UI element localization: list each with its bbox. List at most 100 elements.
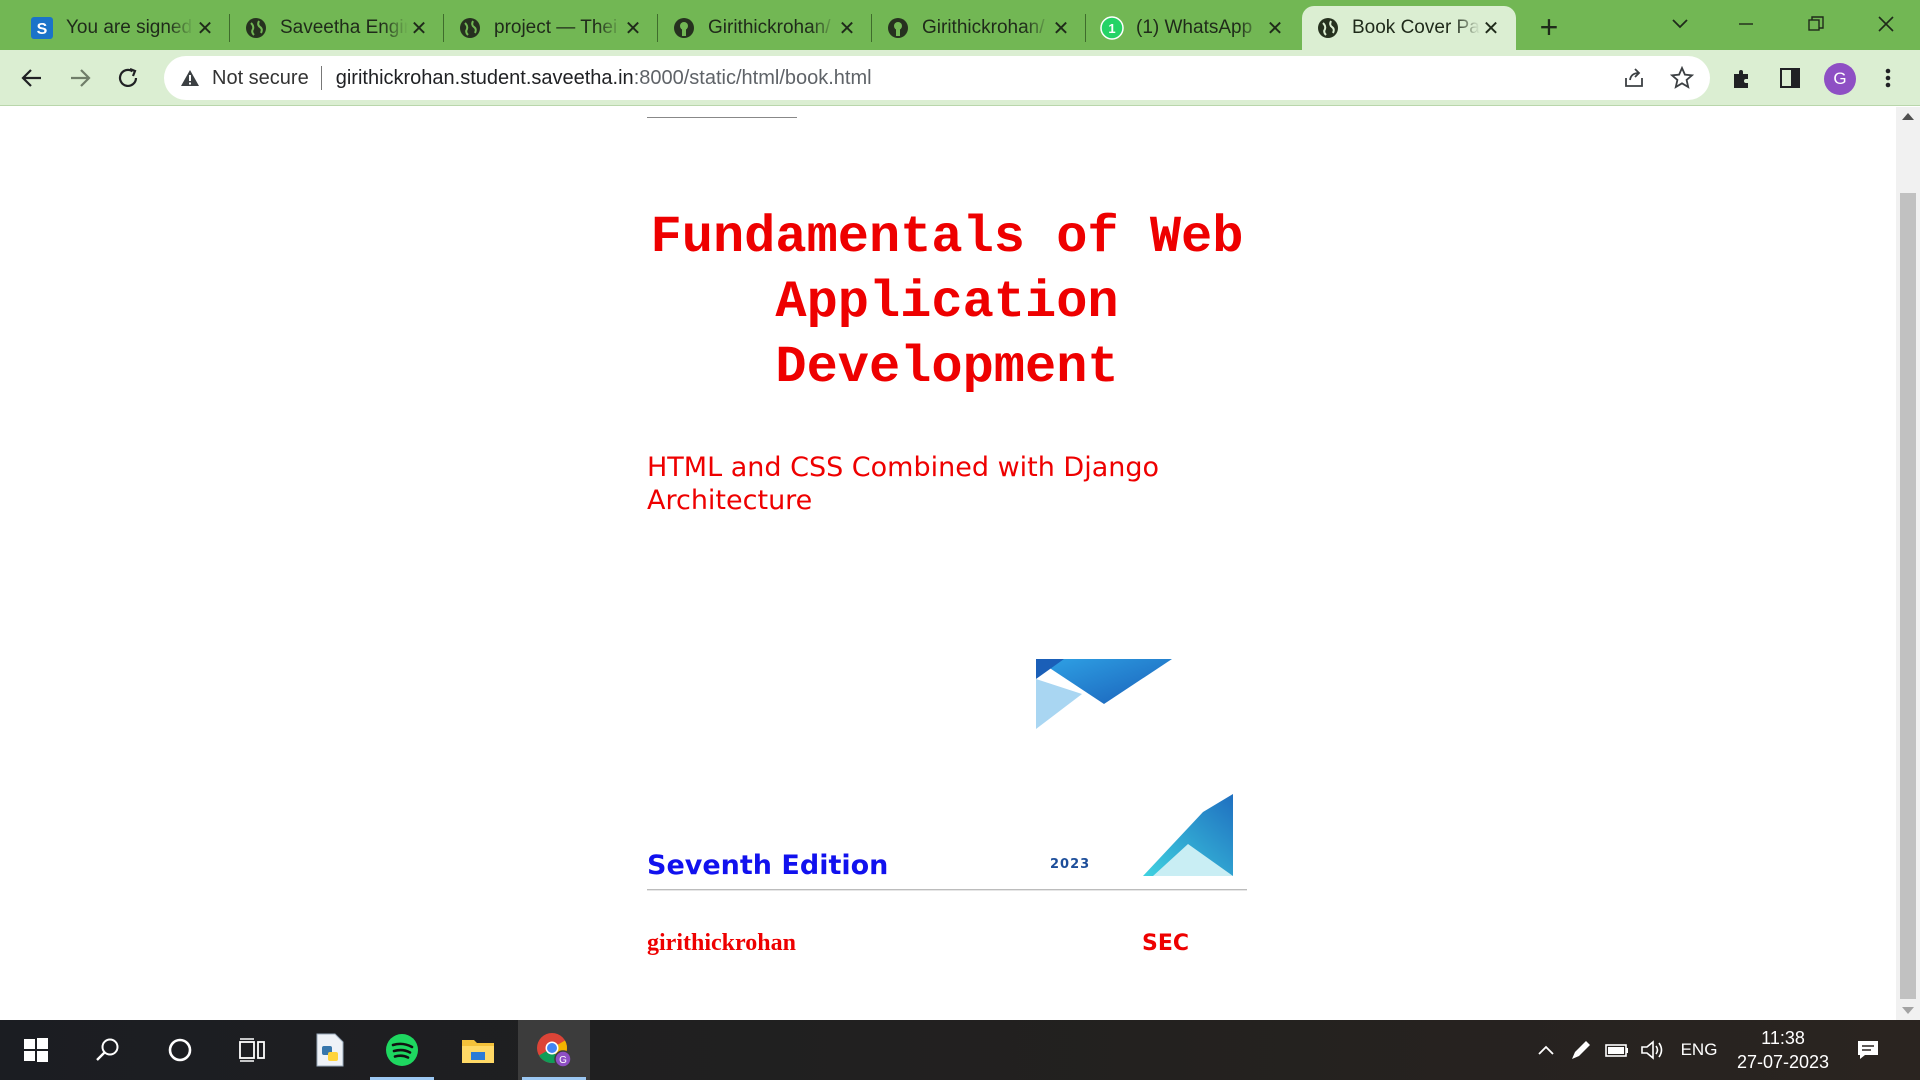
profile-avatar[interactable]: G [1824, 63, 1856, 95]
scrollbar-thumb[interactable] [1900, 193, 1916, 999]
url-host: girithickrohan.student.saveetha.in [335, 66, 634, 89]
volume-button[interactable] [1638, 1020, 1668, 1080]
github-icon [886, 16, 910, 40]
restore-button[interactable] [1786, 6, 1846, 42]
system-clock[interactable]: 11:38 27-07-2023 [1728, 1026, 1838, 1074]
file-explorer-button[interactable] [442, 1020, 514, 1080]
publication-year: 2023 [1050, 857, 1091, 872]
search-button[interactable] [72, 1020, 144, 1080]
divider-rule [647, 889, 1247, 891]
show-hidden-icons-button[interactable] [1532, 1020, 1560, 1080]
close-window-button[interactable] [1856, 6, 1916, 42]
tab-title: Saveetha Engir [280, 17, 408, 38]
pen-icon [1572, 1041, 1590, 1059]
whatsapp-icon: 1 [1100, 16, 1124, 40]
back-arrow-icon [21, 69, 41, 87]
tab-title: Girithickrohan/ [922, 17, 1045, 38]
tab-3[interactable]: project — Thei ✕ [444, 6, 658, 50]
cortana-button[interactable] [144, 1020, 216, 1080]
close-icon [1878, 16, 1894, 32]
chrome-icon: G [537, 1033, 572, 1068]
pen-tray-button[interactable] [1566, 1020, 1596, 1080]
reload-button[interactable] [108, 58, 148, 98]
share-icon[interactable] [1620, 64, 1648, 92]
tab-title: (1) WhatsApp [1136, 17, 1253, 38]
close-tab-icon[interactable]: ✕ [1264, 16, 1286, 41]
file-explorer-icon [462, 1040, 494, 1063]
svg-text:S: S [37, 21, 48, 38]
tab-1[interactable]: S You are signed ✕ [16, 6, 230, 50]
address-bar[interactable]: Not secure girithickrohan.student.saveet… [164, 56, 1710, 100]
tab-title: project — Thei [494, 17, 618, 38]
scroll-up-arrow-icon[interactable] [1902, 113, 1914, 120]
start-button[interactable] [0, 1020, 72, 1080]
close-tab-icon[interactable]: ✕ [836, 16, 858, 41]
minimize-icon [1739, 23, 1753, 25]
tab-title: Book Cover Pa [1352, 17, 1480, 38]
tab-4[interactable]: Girithickrohan/ ✕ [658, 6, 872, 50]
chevron-down-icon [1672, 19, 1688, 29]
close-tab-icon[interactable]: ✕ [1480, 16, 1502, 41]
forward-arrow-icon [71, 69, 91, 87]
battery-icon [1605, 1044, 1628, 1057]
minimize-button[interactable] [1716, 6, 1776, 42]
python-file-icon [316, 1033, 344, 1067]
divider [320, 66, 322, 90]
speaker-icon [1641, 1040, 1663, 1060]
chrome-app-button[interactable]: G [518, 1020, 590, 1080]
kebab-menu-icon[interactable] [1874, 64, 1902, 92]
github-icon [672, 16, 696, 40]
battery-button[interactable] [1602, 1020, 1632, 1080]
language-indicator[interactable]: ENG [1676, 1020, 1722, 1080]
scroll-down-arrow-icon[interactable] [1902, 1007, 1914, 1014]
globe-icon [1316, 16, 1340, 40]
tab-title: You are signed [66, 17, 193, 38]
bookmark-star-icon[interactable] [1668, 64, 1696, 92]
globe-icon [244, 16, 268, 40]
forward-button[interactable] [60, 58, 100, 98]
close-tab-icon[interactable]: ✕ [194, 16, 216, 41]
side-panel-icon[interactable] [1776, 64, 1804, 92]
back-button[interactable] [12, 58, 52, 98]
svg-text:G: G [559, 1055, 567, 1066]
tab-6[interactable]: 1 (1) WhatsApp ✕ [1086, 6, 1300, 50]
page-viewport: Fundamentals of Web Application Developm… [0, 107, 1896, 1020]
python-app-button[interactable] [294, 1020, 366, 1080]
s-app-icon: S [30, 16, 54, 40]
edition-label: Seventh Edition [647, 850, 889, 881]
close-tab-icon[interactable]: ✕ [622, 16, 644, 41]
clock-time: 11:38 [1761, 1028, 1805, 1048]
url-path: :8000/static/html/book.html [633, 66, 872, 89]
chevron-up-icon [1538, 1045, 1554, 1055]
publisher-logo-top [1036, 659, 1172, 729]
tab-2[interactable]: Saveetha Engir ✕ [230, 6, 444, 50]
notification-icon [1858, 1041, 1878, 1059]
globe-icon [458, 16, 482, 40]
spotify-app-button[interactable] [366, 1020, 438, 1080]
publisher-logo-bottom [1143, 794, 1233, 876]
page-scrollbar[interactable] [1896, 107, 1920, 1020]
extensions-puzzle-icon[interactable] [1728, 64, 1756, 92]
book-title: Fundamentals of Web Application Developm… [650, 208, 1244, 397]
tab-7-active[interactable]: Book Cover Pa ✕ [1302, 6, 1516, 50]
action-center-button[interactable] [1848, 1020, 1888, 1080]
warning-icon[interactable] [178, 66, 202, 90]
cortana-icon [168, 1038, 192, 1062]
close-tab-icon[interactable]: ✕ [408, 16, 430, 41]
url-text[interactable]: girithickrohan.student.saveetha.in:8000/… [336, 67, 872, 90]
tab-strip: S You are signed ✕ Saveetha Engir ✕ proj… [0, 0, 1920, 50]
reload-icon [118, 67, 138, 87]
task-view-button[interactable] [216, 1020, 288, 1080]
publisher-name: SEC [1142, 931, 1190, 956]
new-tab-button[interactable]: + [1530, 10, 1568, 44]
task-view-icon [239, 1038, 265, 1062]
security-label[interactable]: Not secure [212, 67, 309, 90]
tab-5[interactable]: Girithickrohan/ ✕ [872, 6, 1086, 50]
windows-start-icon [24, 1038, 48, 1062]
close-tab-icon[interactable]: ✕ [1050, 16, 1072, 41]
book-subtitle: HTML and CSS Combined with Django Archit… [647, 452, 1160, 516]
tab-title: Girithickrohan/ [708, 17, 831, 38]
tab-search-button[interactable] [1650, 6, 1710, 42]
clock-date: 27-07-2023 [1736, 1052, 1830, 1072]
browser-toolbar: Not secure girithickrohan.student.saveet… [0, 50, 1920, 106]
